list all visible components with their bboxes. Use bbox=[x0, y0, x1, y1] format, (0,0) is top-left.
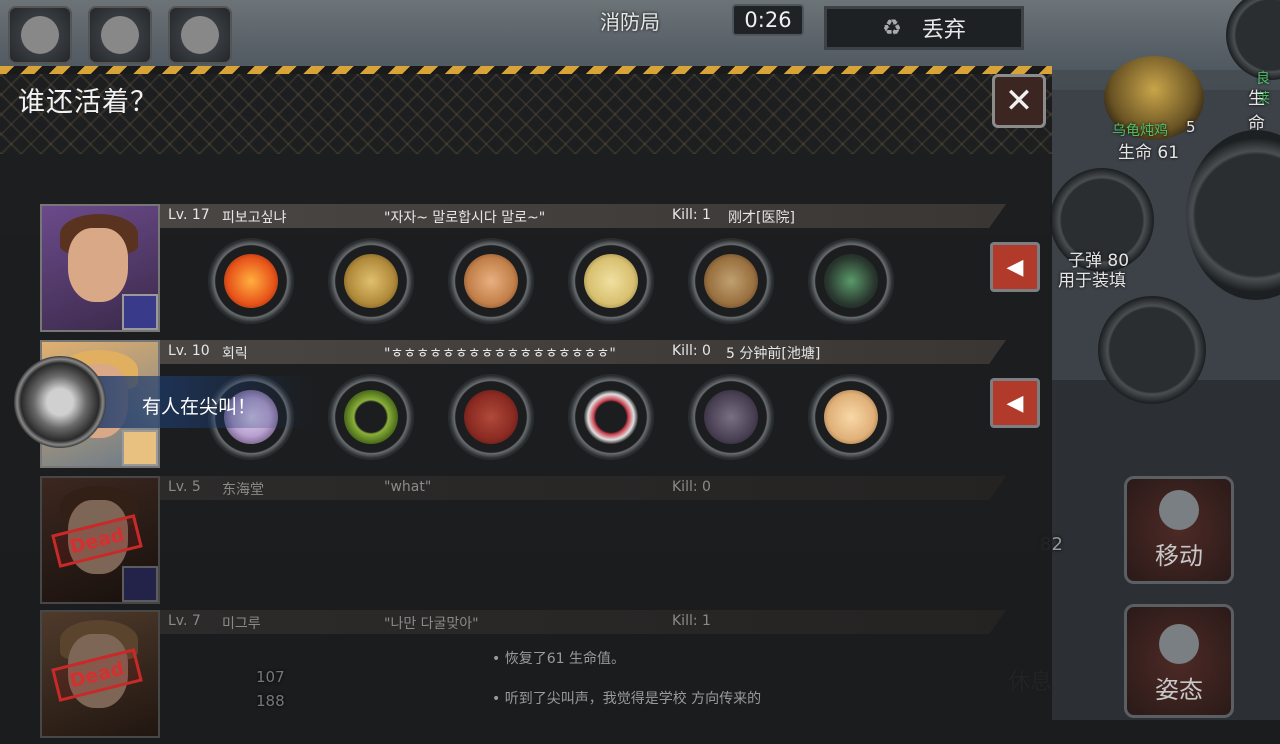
fan-icon bbox=[824, 390, 878, 444]
discard-button[interactable]: ♻ 丢弃 bbox=[824, 6, 1024, 50]
person-icon bbox=[1159, 624, 1199, 664]
ammo-use: 用于装填 bbox=[1058, 271, 1126, 291]
dark-gauntlet-item[interactable] bbox=[688, 374, 774, 460]
stance-label: 姿态 bbox=[1155, 676, 1203, 704]
discard-label: 丢弃 bbox=[921, 18, 966, 43]
player-last-seen: 刚才[医院] bbox=[728, 210, 795, 226]
player-row: Dead Lv. 7 미그루 "나만 다굴맞아" Kill: 1 bbox=[40, 610, 1040, 744]
scope-icon bbox=[824, 254, 878, 308]
gauntlet-icon bbox=[464, 254, 518, 308]
red-armor-item[interactable] bbox=[448, 374, 534, 460]
player-row: Dead Lv. 5 东海堂 "what" Kill: 0 bbox=[40, 476, 1040, 610]
food-count: 5 bbox=[1186, 118, 1196, 136]
class-badge-icon bbox=[122, 566, 158, 602]
player-kills: Kill: 0 bbox=[672, 479, 711, 495]
stat-a: 107 bbox=[256, 668, 285, 686]
round-timer: 0:26 bbox=[732, 4, 804, 36]
megaphone-icon: ◀ bbox=[1006, 390, 1024, 416]
footprints-icon bbox=[1159, 490, 1199, 530]
face-icon bbox=[21, 16, 59, 54]
player-info-bar: Lv. 7 미그루 "나만 다굴맞아" Kill: 1 bbox=[160, 610, 1006, 634]
shield-item[interactable] bbox=[568, 238, 654, 324]
shield-icon bbox=[584, 254, 638, 308]
report-speaker-button[interactable]: ◀ bbox=[990, 378, 1040, 428]
fire-hand-icon bbox=[224, 254, 278, 308]
gauntlet-item[interactable] bbox=[688, 238, 774, 324]
gauntlet-icon bbox=[704, 390, 758, 444]
laurel-wreath-item[interactable] bbox=[328, 374, 414, 460]
toast-message: 有人在尖叫！ bbox=[142, 396, 257, 418]
player-name: 미그루 bbox=[222, 616, 261, 632]
fan-item[interactable] bbox=[808, 374, 894, 460]
log-line: • 恢复了61 生命值。 bbox=[492, 651, 625, 667]
stance-button[interactable]: 姿态 bbox=[1124, 604, 1234, 718]
top-right-sub: 生命 bbox=[1248, 89, 1265, 134]
close-icon: ✕ bbox=[1004, 81, 1034, 121]
helmet-icon bbox=[344, 254, 398, 308]
player-info-bar: Lv. 5 东海堂 "what" Kill: 0 bbox=[160, 476, 1006, 500]
food-name: 乌龟炖鸡 bbox=[1112, 123, 1168, 139]
rope-gauntlet-item[interactable] bbox=[448, 238, 534, 324]
log-line: • 听到了尖叫声，我觉得是学校 方向传来的 bbox=[492, 691, 762, 707]
player-portrait[interactable] bbox=[40, 204, 160, 332]
player-quote: "ㅎㅎㅎㅎㅎㅎㅎㅎㅎㅎㅎㅎㅎㅎㅎㅎㅎ" bbox=[384, 346, 616, 362]
armor-icon bbox=[464, 390, 518, 444]
player-level: Lv. 5 bbox=[168, 479, 201, 495]
player-kills: Kill: 1 bbox=[672, 613, 711, 629]
move-button[interactable]: 移动 bbox=[1124, 476, 1234, 584]
player-row: Lv. 17 피보고싶냐 "자자~ 말로합시다 말로~" Kill: 1 刚才[… bbox=[40, 204, 1040, 338]
bead-bracelet-item[interactable] bbox=[568, 374, 654, 460]
player-info-bar: Lv. 17 피보고싶냐 "자자~ 말로합시다 말로~" Kill: 1 刚才[… bbox=[160, 204, 1006, 228]
chat-bubble-icon bbox=[101, 16, 139, 54]
stat-b: 188 bbox=[256, 692, 285, 710]
player-quote: "what" bbox=[384, 479, 432, 495]
users-icon bbox=[181, 16, 219, 54]
fire-hand-item[interactable] bbox=[208, 238, 294, 324]
empty-slot[interactable] bbox=[1098, 296, 1206, 404]
panel-title: 谁还活着？ bbox=[18, 87, 158, 118]
player-quote: "나만 다굴맞아" bbox=[384, 616, 479, 632]
recycle-icon: ♻ bbox=[882, 15, 902, 41]
player-name: 东海堂 bbox=[222, 482, 264, 498]
player-kills: Kill: 1 bbox=[672, 207, 711, 223]
face bbox=[68, 228, 128, 302]
party-button[interactable] bbox=[168, 6, 232, 64]
location-name: 消防局 bbox=[600, 10, 660, 34]
player-level: Lv. 17 bbox=[168, 207, 210, 223]
player-quote: "자자~ 말로합시다 말로~" bbox=[384, 210, 546, 226]
move-label: 移动 bbox=[1155, 542, 1203, 570]
report-speaker-button[interactable]: ◀ bbox=[990, 242, 1040, 292]
speaker-icon bbox=[14, 356, 106, 448]
player-kills: Kill: 0 bbox=[672, 343, 711, 359]
close-button[interactable]: ✕ bbox=[992, 74, 1046, 128]
wreath-icon bbox=[344, 390, 398, 444]
scream-notification: 有人在尖叫！ bbox=[14, 356, 314, 448]
chat-button[interactable] bbox=[88, 6, 152, 64]
player-level: Lv. 7 bbox=[168, 613, 201, 629]
scope-item[interactable] bbox=[808, 238, 894, 324]
gauntlet-icon bbox=[704, 254, 758, 308]
player-last-seen: 5 分钟前[池塘] bbox=[726, 346, 821, 362]
megaphone-icon: ◀ bbox=[1006, 254, 1024, 280]
food-life: 生命 61 bbox=[1118, 143, 1180, 163]
player-name: 피보고싶냐 bbox=[222, 210, 287, 226]
class-badge-icon bbox=[122, 294, 158, 330]
emote-button[interactable] bbox=[8, 6, 72, 64]
bracelet-icon bbox=[584, 390, 638, 444]
golden-helmet-item[interactable] bbox=[328, 238, 414, 324]
